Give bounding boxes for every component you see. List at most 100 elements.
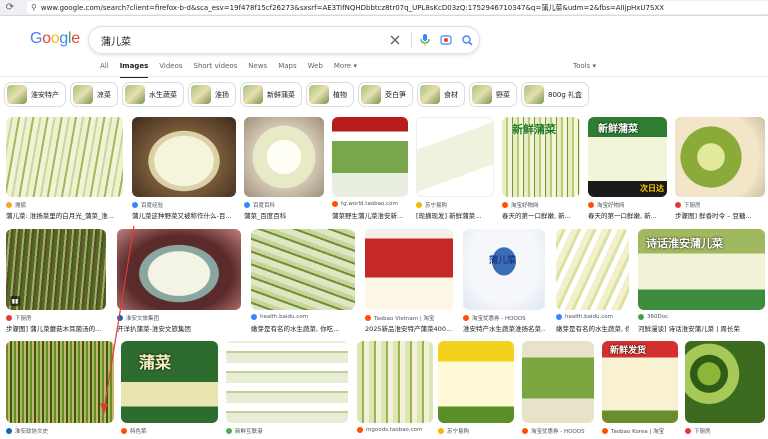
result-caption[interactable]: [现摘现发] 新鲜蒲菜... xyxy=(416,210,494,220)
microphone-icon[interactable] xyxy=(416,31,434,49)
image-result[interactable]: 搜狐 蒲儿菜: 淮扬菜里的白月光_蒲菜_淮... xyxy=(6,117,123,221)
image-result[interactable]: 百度百科 蒲菜_百度百科 xyxy=(244,117,324,221)
result-caption[interactable]: 蒲儿菜: 淮扬菜里的白月光_蒲菜_淮... xyxy=(6,210,123,220)
result-image[interactable]: 诗话淮安蒲儿菜 xyxy=(638,229,765,310)
result-image[interactable] xyxy=(522,341,594,423)
chip-thumbnail xyxy=(524,85,544,104)
result-caption[interactable]: 蒲儿菜这种野菜又被称作什么-百... xyxy=(132,210,236,220)
result-caption[interactable]: 淮安特产水生蔬菜淮扬名菜... xyxy=(463,323,545,333)
result-image[interactable] xyxy=(132,117,236,197)
chip-thumbnail xyxy=(7,85,27,104)
result-image[interactable] xyxy=(416,117,494,197)
reload-icon[interactable]: ⟳ xyxy=(3,1,17,15)
image-result[interactable]: 淮安文旅集团 开洋扒蒲菜-淮安文旅集团 xyxy=(117,229,241,334)
chip[interactable]: 淮扬 xyxy=(188,82,236,107)
image-result[interactable]: health.baidu.com 嫩芽是有名的水生蔬菜, 你吃... xyxy=(251,229,355,334)
result-image[interactable] xyxy=(685,341,765,423)
result-image[interactable] xyxy=(6,341,114,423)
image-result[interactable]: tg.world.taobao.com 蒲菜野生蒲儿菜淮安新... xyxy=(332,117,408,221)
result-image[interactable] xyxy=(332,117,408,197)
image-result[interactable]: 蒲儿菜 淘宝优惠券 - HOOOS 淮安特产水生蔬菜淮扬名菜... xyxy=(463,229,545,334)
result-caption[interactable]: 春天的第一口鲜嫩, 新... xyxy=(588,210,667,220)
result-image[interactable] xyxy=(438,341,514,423)
search-icon[interactable] xyxy=(458,31,476,49)
chip-label: 淮扬 xyxy=(215,90,229,99)
chip[interactable]: 茭白笋 xyxy=(358,82,413,107)
overlay-label: 蒲菜 xyxy=(139,353,172,372)
result-source: 淘宝优惠券 - HOOOS xyxy=(522,427,585,435)
image-result[interactable]: 淮安政协文史 xyxy=(6,341,114,439)
result-caption[interactable]: 春天的第一口鲜嫩, 新... xyxy=(502,210,580,220)
image-result[interactable]: 新鲜蒲菜 淘宝好物网 春天的第一口鲜嫩, 新... xyxy=(502,117,580,221)
result-image[interactable] xyxy=(6,117,123,197)
result-caption[interactable]: 步骤图] 蒲儿菜蘑菇木耳菌汤的... xyxy=(6,323,106,333)
image-result[interactable]: 下厨房 xyxy=(685,341,765,439)
result-caption[interactable]: 嫩芽是有名的水生蔬菜, 你吃... xyxy=(251,323,355,333)
result-image[interactable] xyxy=(556,229,629,310)
image-result[interactable]: Taobao Vietnam | 淘宝 2025新品淮安特产蒲菜400... xyxy=(365,229,453,334)
result-image[interactable]: 新鲜蒲菜 次日达 xyxy=(588,117,667,197)
image-result[interactable]: 下厨房 步骤图] 鲜香时令 – 豆糖... xyxy=(675,117,765,221)
chip-thumbnail xyxy=(125,85,145,104)
address-bar[interactable]: ⚲ www.google.com/search?client=firefox-b… xyxy=(27,1,768,14)
source-name: tg.world.taobao.com xyxy=(341,201,398,207)
result-image[interactable] xyxy=(117,229,241,310)
result-image[interactable]: ▮▮ xyxy=(6,229,106,310)
result-caption[interactable]: 开洋扒蒲菜-淮安文旅集团 xyxy=(117,323,241,333)
source-name: health.baidu.com xyxy=(260,314,309,320)
chip[interactable]: 野菜 xyxy=(469,82,517,107)
chip[interactable]: 凉菜 xyxy=(70,82,118,107)
image-result[interactable]: 新鲜蒲菜 次日达 淘宝好物网 春天的第一口鲜嫩, 新... xyxy=(588,117,667,221)
result-image[interactable]: 新鲜发货 xyxy=(602,341,678,423)
result-caption[interactable]: 河鲜漫谈] 诗话淮安蒲儿菜 | 周长荣 xyxy=(638,323,765,333)
source-name: health.baidu.com xyxy=(565,314,614,320)
clear-icon[interactable] xyxy=(386,31,404,49)
result-image[interactable] xyxy=(365,229,453,310)
image-result[interactable]: mgoods.taobao.com xyxy=(357,341,433,439)
image-result[interactable]: 新鲜互联港 xyxy=(226,341,348,439)
result-image[interactable] xyxy=(244,117,324,197)
result-image[interactable]: 蒲菜 xyxy=(121,341,218,423)
chip[interactable]: 植物 xyxy=(306,82,354,107)
chip[interactable]: 新鲜蒲菜 xyxy=(240,82,302,107)
result-caption[interactable]: 嫩芽是有名的水生蔬菜, 你吃... xyxy=(556,323,629,333)
google-logo[interactable]: Google xyxy=(30,30,80,48)
result-caption[interactable]: 蒲菜野生蒲儿菜淮安新... xyxy=(332,210,408,220)
chip[interactable]: 800g 礼盒 xyxy=(521,82,590,107)
image-result[interactable]: 苏宁易购 [现摘现发] 新鲜蒲菜... xyxy=(416,117,494,221)
image-result[interactable]: 淘宝优惠券 - HOOOS xyxy=(522,341,594,439)
search-box[interactable]: 蒲儿菜 xyxy=(88,26,480,54)
chip[interactable]: 食材 xyxy=(417,82,465,107)
result-image[interactable] xyxy=(226,341,348,423)
image-result[interactable]: health.baidu.com 嫩芽是有名的水生蔬菜, 你吃... xyxy=(556,229,629,334)
result-image[interactable] xyxy=(675,117,765,197)
overlay-label: 诗话淮安蒲儿菜 xyxy=(646,237,723,250)
result-source: 淮安文旅集团 xyxy=(117,314,159,322)
source-name: 下厨房 xyxy=(694,429,711,435)
result-caption[interactable]: 蒲菜_百度百科 xyxy=(244,210,324,220)
source-favicon xyxy=(117,315,123,321)
result-image[interactable]: 新鲜蒲菜 xyxy=(502,117,580,197)
image-result[interactable]: 新鲜发货 Taobao Korea | 淘宝 xyxy=(602,341,678,439)
result-image[interactable]: 蒲儿菜 xyxy=(463,229,545,310)
image-result[interactable]: 百度经验 蒲儿菜这种野菜又被称作什么-百... xyxy=(132,117,236,221)
page-info-icon[interactable]: ⚲ xyxy=(31,3,37,12)
chip-thumbnail xyxy=(420,85,440,104)
chip[interactable]: 水生蔬菜 xyxy=(122,82,184,107)
tools-button[interactable]: Tools ▾ xyxy=(573,62,596,70)
result-caption[interactable]: 步骤图] 鲜香时令 – 豆糖... xyxy=(675,210,765,220)
result-image[interactable] xyxy=(357,341,433,423)
result-caption[interactable]: 2025新品淮安特产蒲菜400... xyxy=(365,323,453,333)
chip[interactable]: 淮安特产 xyxy=(4,82,66,107)
image-result[interactable]: 诗话淮安蒲儿菜 360Doc 河鲜漫谈] 诗话淮安蒲儿菜 | 周长荣 xyxy=(638,229,765,334)
camera-lens-icon[interactable] xyxy=(437,31,455,49)
search-input[interactable]: 蒲儿菜 xyxy=(101,33,386,48)
logo-letter: o xyxy=(42,30,51,47)
chip-thumbnail xyxy=(309,85,329,104)
logo-letter: g xyxy=(59,30,68,47)
image-result[interactable]: 蒲菜 特色菜 xyxy=(121,341,218,439)
image-result[interactable]: ▮▮ 下厨房 步骤图] 蒲儿菜蘑菇木耳菌汤的... xyxy=(6,229,106,334)
result-image[interactable] xyxy=(251,229,355,310)
source-name: 搜狐 xyxy=(15,203,27,209)
image-result[interactable]: 苏宁易购 xyxy=(438,341,514,439)
